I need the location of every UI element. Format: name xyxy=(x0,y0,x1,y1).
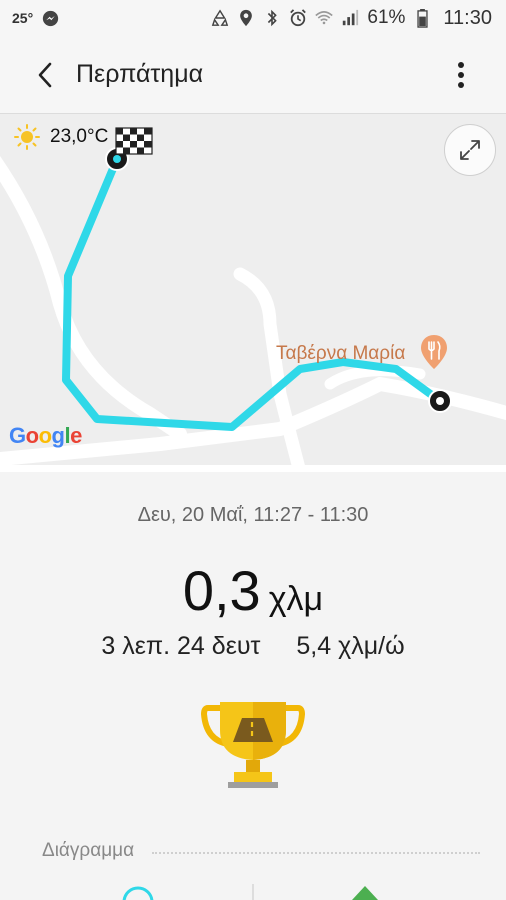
chevron-left-icon xyxy=(38,62,52,87)
expand-map-button[interactable] xyxy=(444,124,496,176)
status-temperature: 25° xyxy=(12,10,34,26)
more-vertical-icon xyxy=(458,62,464,88)
restaurant-pin-icon[interactable] xyxy=(419,334,449,370)
speed: 5,4 χλμ/ώ xyxy=(296,632,405,660)
poi-label[interactable]: Ταβέρνα Μαρία xyxy=(276,343,405,365)
back-button[interactable] xyxy=(18,48,72,102)
date-range: Δευ, 20 Μαΐ, 11:27 - 11:30 xyxy=(137,504,369,526)
page-title: Περπάτημα xyxy=(76,60,204,88)
map-road xyxy=(0,156,187,441)
distance-unit: χλμ xyxy=(268,580,324,618)
more-options-button[interactable] xyxy=(436,50,486,100)
wifi-icon xyxy=(315,9,334,27)
map-canvas xyxy=(0,127,506,472)
elevation-icon xyxy=(352,886,378,900)
status-bar: 25° 61% 11:30 xyxy=(0,0,506,36)
workout-stats: 3 λεπ. 24 δευτ 5,4 χλμ/ώ xyxy=(0,632,506,661)
expand-icon xyxy=(460,140,480,160)
peek-divider xyxy=(252,884,254,900)
trophy-icon[interactable] xyxy=(200,700,306,796)
status-right: 61% 11:30 xyxy=(211,7,492,30)
location-icon xyxy=(237,9,255,27)
google-logo: Google xyxy=(9,423,82,448)
route-end-icon xyxy=(428,389,452,413)
bluetooth-icon xyxy=(263,9,281,27)
messenger-icon xyxy=(41,9,59,27)
section-divider xyxy=(152,852,480,854)
route-map[interactable]: 23,0°C Ταβέρνα Μαρία Google xyxy=(0,114,506,472)
workout-summary: Δευ, 20 Μαΐ, 11:27 - 11:30 0,3 χλμ 3 λεπ… xyxy=(0,472,506,900)
status-clock: 11:30 xyxy=(443,6,492,29)
chart-section-title: Διάγραμμα xyxy=(42,840,135,861)
battery-icon xyxy=(413,8,431,28)
app-bar: Περπάτημα xyxy=(0,36,506,114)
battery-percent: 61% xyxy=(367,7,406,28)
timer-icon xyxy=(122,886,154,900)
alarm-icon xyxy=(289,9,307,27)
route-start-marker xyxy=(105,127,153,171)
finish-flag-icon xyxy=(115,127,153,155)
sun-icon xyxy=(14,124,40,150)
duration: 3 λεπ. 24 δευτ xyxy=(101,632,261,660)
weather-info: 23,0°C xyxy=(14,124,108,150)
distance-value: 0,3 xyxy=(182,559,261,622)
signal-icon xyxy=(341,9,359,27)
recycle-icon xyxy=(211,9,229,27)
status-left: 25° xyxy=(12,9,59,27)
weather-temperature: 23,0°C xyxy=(50,126,109,147)
distance: 0,3 χλμ xyxy=(0,558,506,623)
